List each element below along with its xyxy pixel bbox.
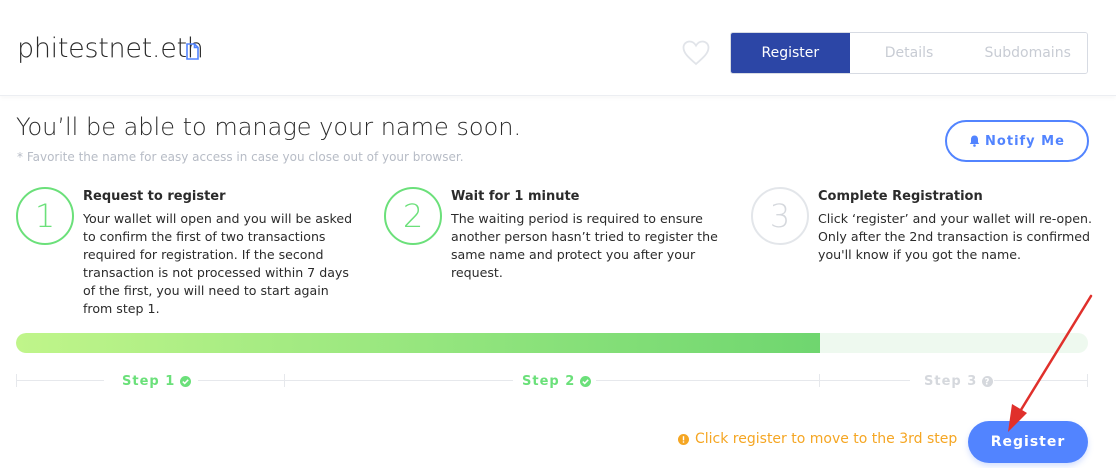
progress-fill <box>16 333 820 353</box>
step-timeline: Step 1 Step 2 Step 3 ? <box>16 370 1088 396</box>
page-title: You’ll be able to manage your name soon. <box>16 113 522 141</box>
warning-icon <box>678 433 689 445</box>
step-number-badge: 2 <box>384 187 442 245</box>
step-line: Your wallet will open and you will be as… <box>83 211 353 226</box>
timeline-step-3: Step 3 ? <box>924 374 994 389</box>
step-title: Wait for 1 minute <box>451 189 580 204</box>
timeline-step-label: Step 3 <box>924 374 978 389</box>
timeline-step-2: Step 2 <box>522 374 592 389</box>
notify-me-button[interactable]: Notify Me <box>945 120 1089 162</box>
timeline-step-label: Step 2 <box>522 374 576 389</box>
tab-subdomains[interactable]: Subdomains <box>968 33 1087 73</box>
notify-me-label: Notify Me <box>985 133 1065 149</box>
timeline-line <box>596 380 910 381</box>
step-line: The waiting period is required to ensure <box>451 211 703 226</box>
step-title: Request to register <box>83 189 226 204</box>
tab-register[interactable]: Register <box>731 33 850 73</box>
timeline-line <box>16 380 104 381</box>
timeline-step-label: Step 1 <box>122 374 176 389</box>
step-title: Complete Registration <box>818 189 983 204</box>
tab-details[interactable]: Details <box>849 33 969 73</box>
copy-document-icon[interactable] <box>186 43 199 60</box>
next-step-hint: Click register to move to the 3rd step <box>678 431 957 447</box>
step-line: same name and protect you after your <box>451 247 696 262</box>
bell-icon <box>969 135 980 147</box>
timeline-tick <box>819 374 820 387</box>
step-line: you'll know if you got the name. <box>818 247 1021 262</box>
top-bar: phitestnet.eth Register Details Subdomai… <box>0 0 1116 96</box>
favorite-heart-icon[interactable] <box>682 40 710 66</box>
step-line: another person hasn’t tried to register … <box>451 229 718 244</box>
domain-name: phitestnet.eth <box>17 33 204 64</box>
step-wait: 2 Wait for 1 minute The waiting period i… <box>384 187 734 327</box>
step-description: The waiting period is required to ensure… <box>451 210 718 282</box>
step-description: Your wallet will open and you will be as… <box>83 210 352 318</box>
timeline-line <box>994 380 1088 381</box>
step-number-badge: 1 <box>16 187 74 245</box>
favorite-note: * Favorite the name for easy access in c… <box>17 150 464 164</box>
step-line: to confirm the first of two transactions <box>83 229 326 244</box>
step-line: of the first, you will need to start aga… <box>83 283 329 298</box>
step-line: Only after the 2nd transaction is confir… <box>818 229 1091 244</box>
step-number-badge: 3 <box>751 187 809 245</box>
check-icon <box>580 376 592 387</box>
step-line: from step 1. <box>83 301 160 316</box>
hint-text: Click register to move to the 3rd step <box>695 431 958 447</box>
timeline-step-1: Step 1 <box>122 374 192 389</box>
step-line: request. <box>451 265 503 280</box>
step-line: Click ‘register’ and your wallet will re… <box>818 211 1092 226</box>
timeline-line <box>198 380 513 381</box>
registration-progress-bar <box>16 333 1088 353</box>
step-line: transaction is not processed within 7 da… <box>83 265 349 280</box>
timeline-tick <box>284 374 285 387</box>
step-request: 1 Request to register Your wallet will o… <box>16 187 366 327</box>
step-description: Click ‘register’ and your wallet will re… <box>818 210 1092 264</box>
register-button[interactable]: Register <box>968 421 1088 463</box>
svg-text:?: ? <box>985 378 991 387</box>
timeline-tick <box>16 374 17 387</box>
step-line: required for registration. If the second <box>83 247 324 262</box>
question-icon: ? <box>982 376 994 387</box>
timeline-tick <box>1087 374 1088 387</box>
check-icon <box>180 376 192 387</box>
step-complete: 3 Complete Registration Click ‘register’… <box>751 187 1096 327</box>
name-tabs: Register Details Subdomains <box>730 32 1088 74</box>
